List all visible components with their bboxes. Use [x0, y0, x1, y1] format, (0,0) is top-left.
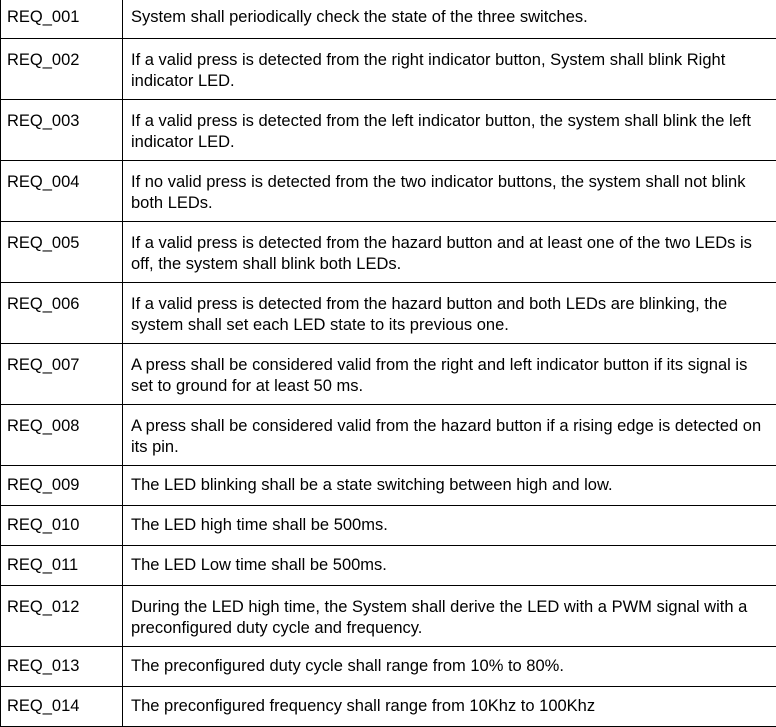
- requirement-text: The preconfigured duty cycle shall range…: [123, 646, 776, 686]
- requirement-text: If a valid press is detected from the ha…: [123, 282, 776, 343]
- requirement-id: REQ_002: [1, 38, 123, 99]
- requirement-text: The LED Low time shall be 500ms.: [123, 545, 776, 585]
- requirement-id: REQ_005: [1, 221, 123, 282]
- table-row: REQ_005 If a valid press is detected fro…: [1, 221, 776, 282]
- table-row: REQ_009 The LED blinking shall be a stat…: [1, 465, 776, 505]
- requirement-text: If a valid press is detected from the ha…: [123, 221, 776, 282]
- requirement-id: REQ_003: [1, 99, 123, 160]
- requirements-table-body: REQ_001 System shall periodically check …: [1, 0, 776, 726]
- table-row: REQ_011 The LED Low time shall be 500ms.: [1, 545, 776, 585]
- requirement-id: REQ_004: [1, 160, 123, 221]
- requirement-text: System shall periodically check the stat…: [123, 0, 776, 38]
- table-row: REQ_003 If a valid press is detected fro…: [1, 99, 776, 160]
- table-row: REQ_014 The preconfigured frequency shal…: [1, 686, 776, 726]
- requirement-id: REQ_006: [1, 282, 123, 343]
- requirement-text: A press shall be considered valid from t…: [123, 343, 776, 404]
- requirement-text: The LED high time shall be 500ms.: [123, 505, 776, 545]
- table-row: REQ_008 A press shall be considered vali…: [1, 404, 776, 465]
- requirement-text: If a valid press is detected from the le…: [123, 99, 776, 160]
- table-row: REQ_010 The LED high time shall be 500ms…: [1, 505, 776, 545]
- table-row: REQ_006 If a valid press is detected fro…: [1, 282, 776, 343]
- table-row: REQ_002 If a valid press is detected fro…: [1, 38, 776, 99]
- requirement-text: During the LED high time, the System sha…: [123, 585, 776, 646]
- requirements-table: REQ_001 System shall periodically check …: [0, 0, 776, 727]
- requirement-text: If a valid press is detected from the ri…: [123, 38, 776, 99]
- requirement-id: REQ_011: [1, 545, 123, 585]
- requirement-id: REQ_013: [1, 646, 123, 686]
- requirement-id: REQ_009: [1, 465, 123, 505]
- requirement-id: REQ_001: [1, 0, 123, 38]
- requirement-id: REQ_010: [1, 505, 123, 545]
- requirement-text: If no valid press is detected from the t…: [123, 160, 776, 221]
- requirement-id: REQ_012: [1, 585, 123, 646]
- requirement-text: The LED blinking shall be a state switch…: [123, 465, 776, 505]
- table-row: REQ_001 System shall periodically check …: [1, 0, 776, 38]
- requirement-id: REQ_008: [1, 404, 123, 465]
- requirement-text: A press shall be considered valid from t…: [123, 404, 776, 465]
- requirement-id: REQ_007: [1, 343, 123, 404]
- requirement-text: The preconfigured frequency shall range …: [123, 686, 776, 726]
- table-row: REQ_013 The preconfigured duty cycle sha…: [1, 646, 776, 686]
- table-row: REQ_012 During the LED high time, the Sy…: [1, 585, 776, 646]
- table-row: REQ_004 If no valid press is detected fr…: [1, 160, 776, 221]
- requirement-id: REQ_014: [1, 686, 123, 726]
- table-row: REQ_007 A press shall be considered vali…: [1, 343, 776, 404]
